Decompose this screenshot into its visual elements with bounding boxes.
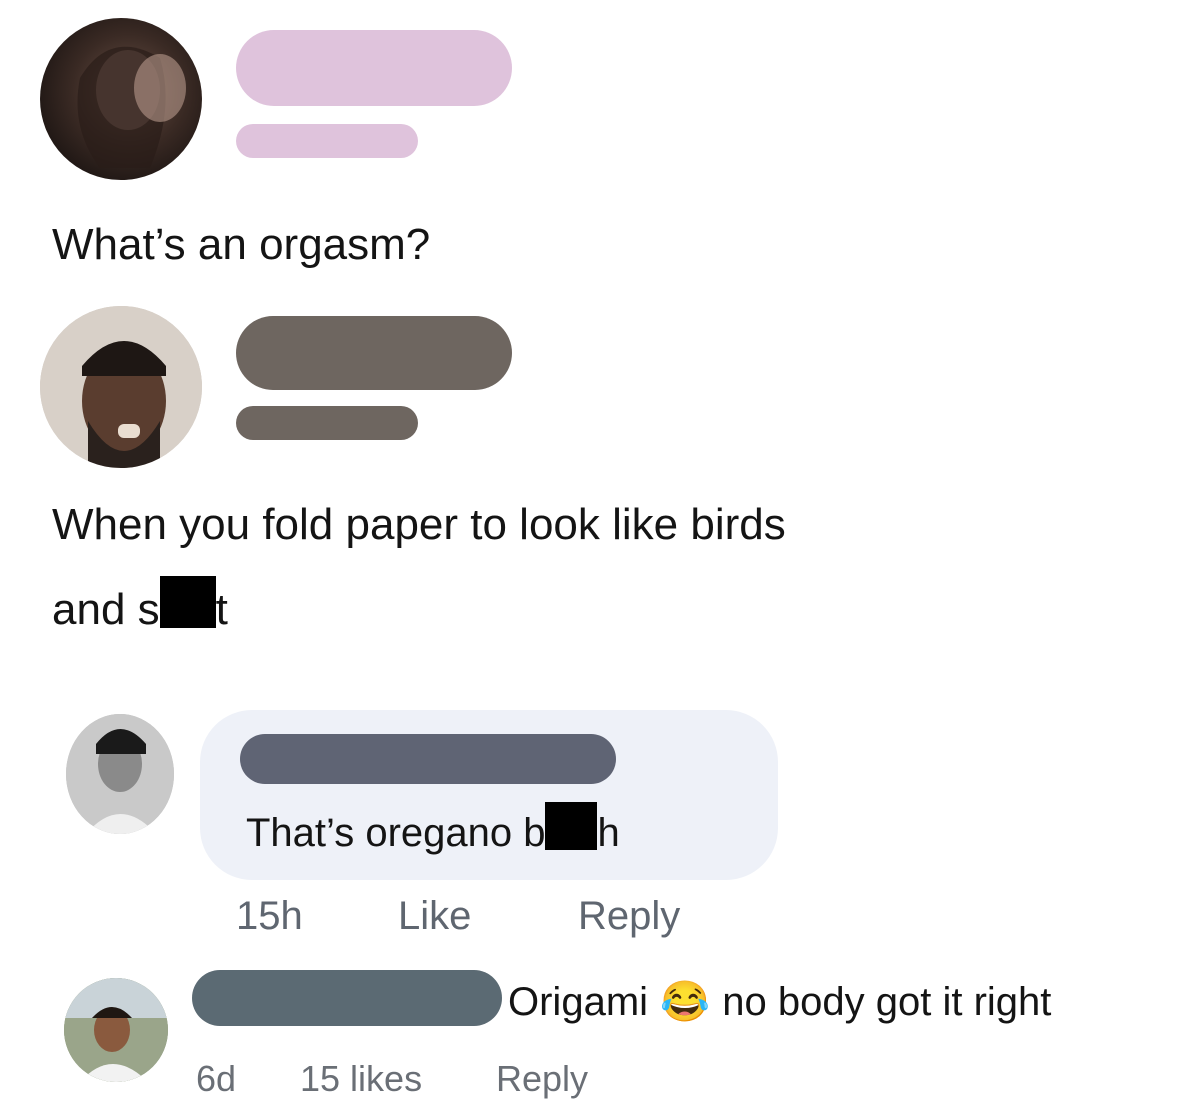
comment2-author-name-bar[interactable] (192, 970, 502, 1026)
comment1-text: That’s oregano b h (246, 802, 620, 856)
comment1-text-end: h (597, 811, 620, 855)
censor-block (545, 802, 598, 850)
comment1-reply-button[interactable]: Reply (578, 894, 680, 939)
comment2-text-start: Origami (508, 980, 649, 1024)
post2-avatar-image (40, 306, 202, 468)
post2-author-name-bar[interactable] (236, 316, 512, 390)
comment2-text-end: no body got it right (722, 980, 1052, 1024)
post1-text: What’s an orgasm? (52, 220, 431, 269)
post2-text-line1: When you fold paper to look like birds (52, 500, 786, 549)
comment2-avatar[interactable] (64, 978, 168, 1082)
post2-text-line2-end: t (215, 585, 228, 634)
comment2-timestamp: 6d (196, 1058, 237, 1099)
comment1-like-button[interactable]: Like (398, 894, 471, 939)
post2-avatar[interactable] (40, 306, 202, 468)
censor-block (159, 576, 216, 628)
comment1-author-name-bar[interactable] (240, 734, 616, 784)
post2-text-line2: and s t (52, 576, 228, 639)
post1-avatar-image (77, 46, 186, 168)
comment1-text-start: That’s oregano b (246, 811, 546, 855)
comment2-reply-button[interactable]: Reply (496, 1058, 588, 1100)
post1-author-subtitle-bar (236, 124, 418, 158)
comment1-avatar[interactable] (66, 714, 174, 834)
comment1-timestamp: 15h (236, 894, 303, 938)
comment2-avatar-image (64, 978, 168, 1082)
laughing-emoji-icon: 😂 (660, 980, 711, 1024)
post2-author-subtitle-bar (236, 406, 418, 440)
comment2-text: Origami 😂 no body got it right (508, 978, 1051, 1025)
comment2-likes-count[interactable]: 15 likes (300, 1058, 422, 1100)
post1-author-name-bar[interactable] (236, 30, 512, 106)
comment1-avatar-image (66, 714, 174, 834)
post2-text-line2-start: and s (52, 585, 160, 634)
post1-avatar[interactable] (40, 18, 202, 180)
